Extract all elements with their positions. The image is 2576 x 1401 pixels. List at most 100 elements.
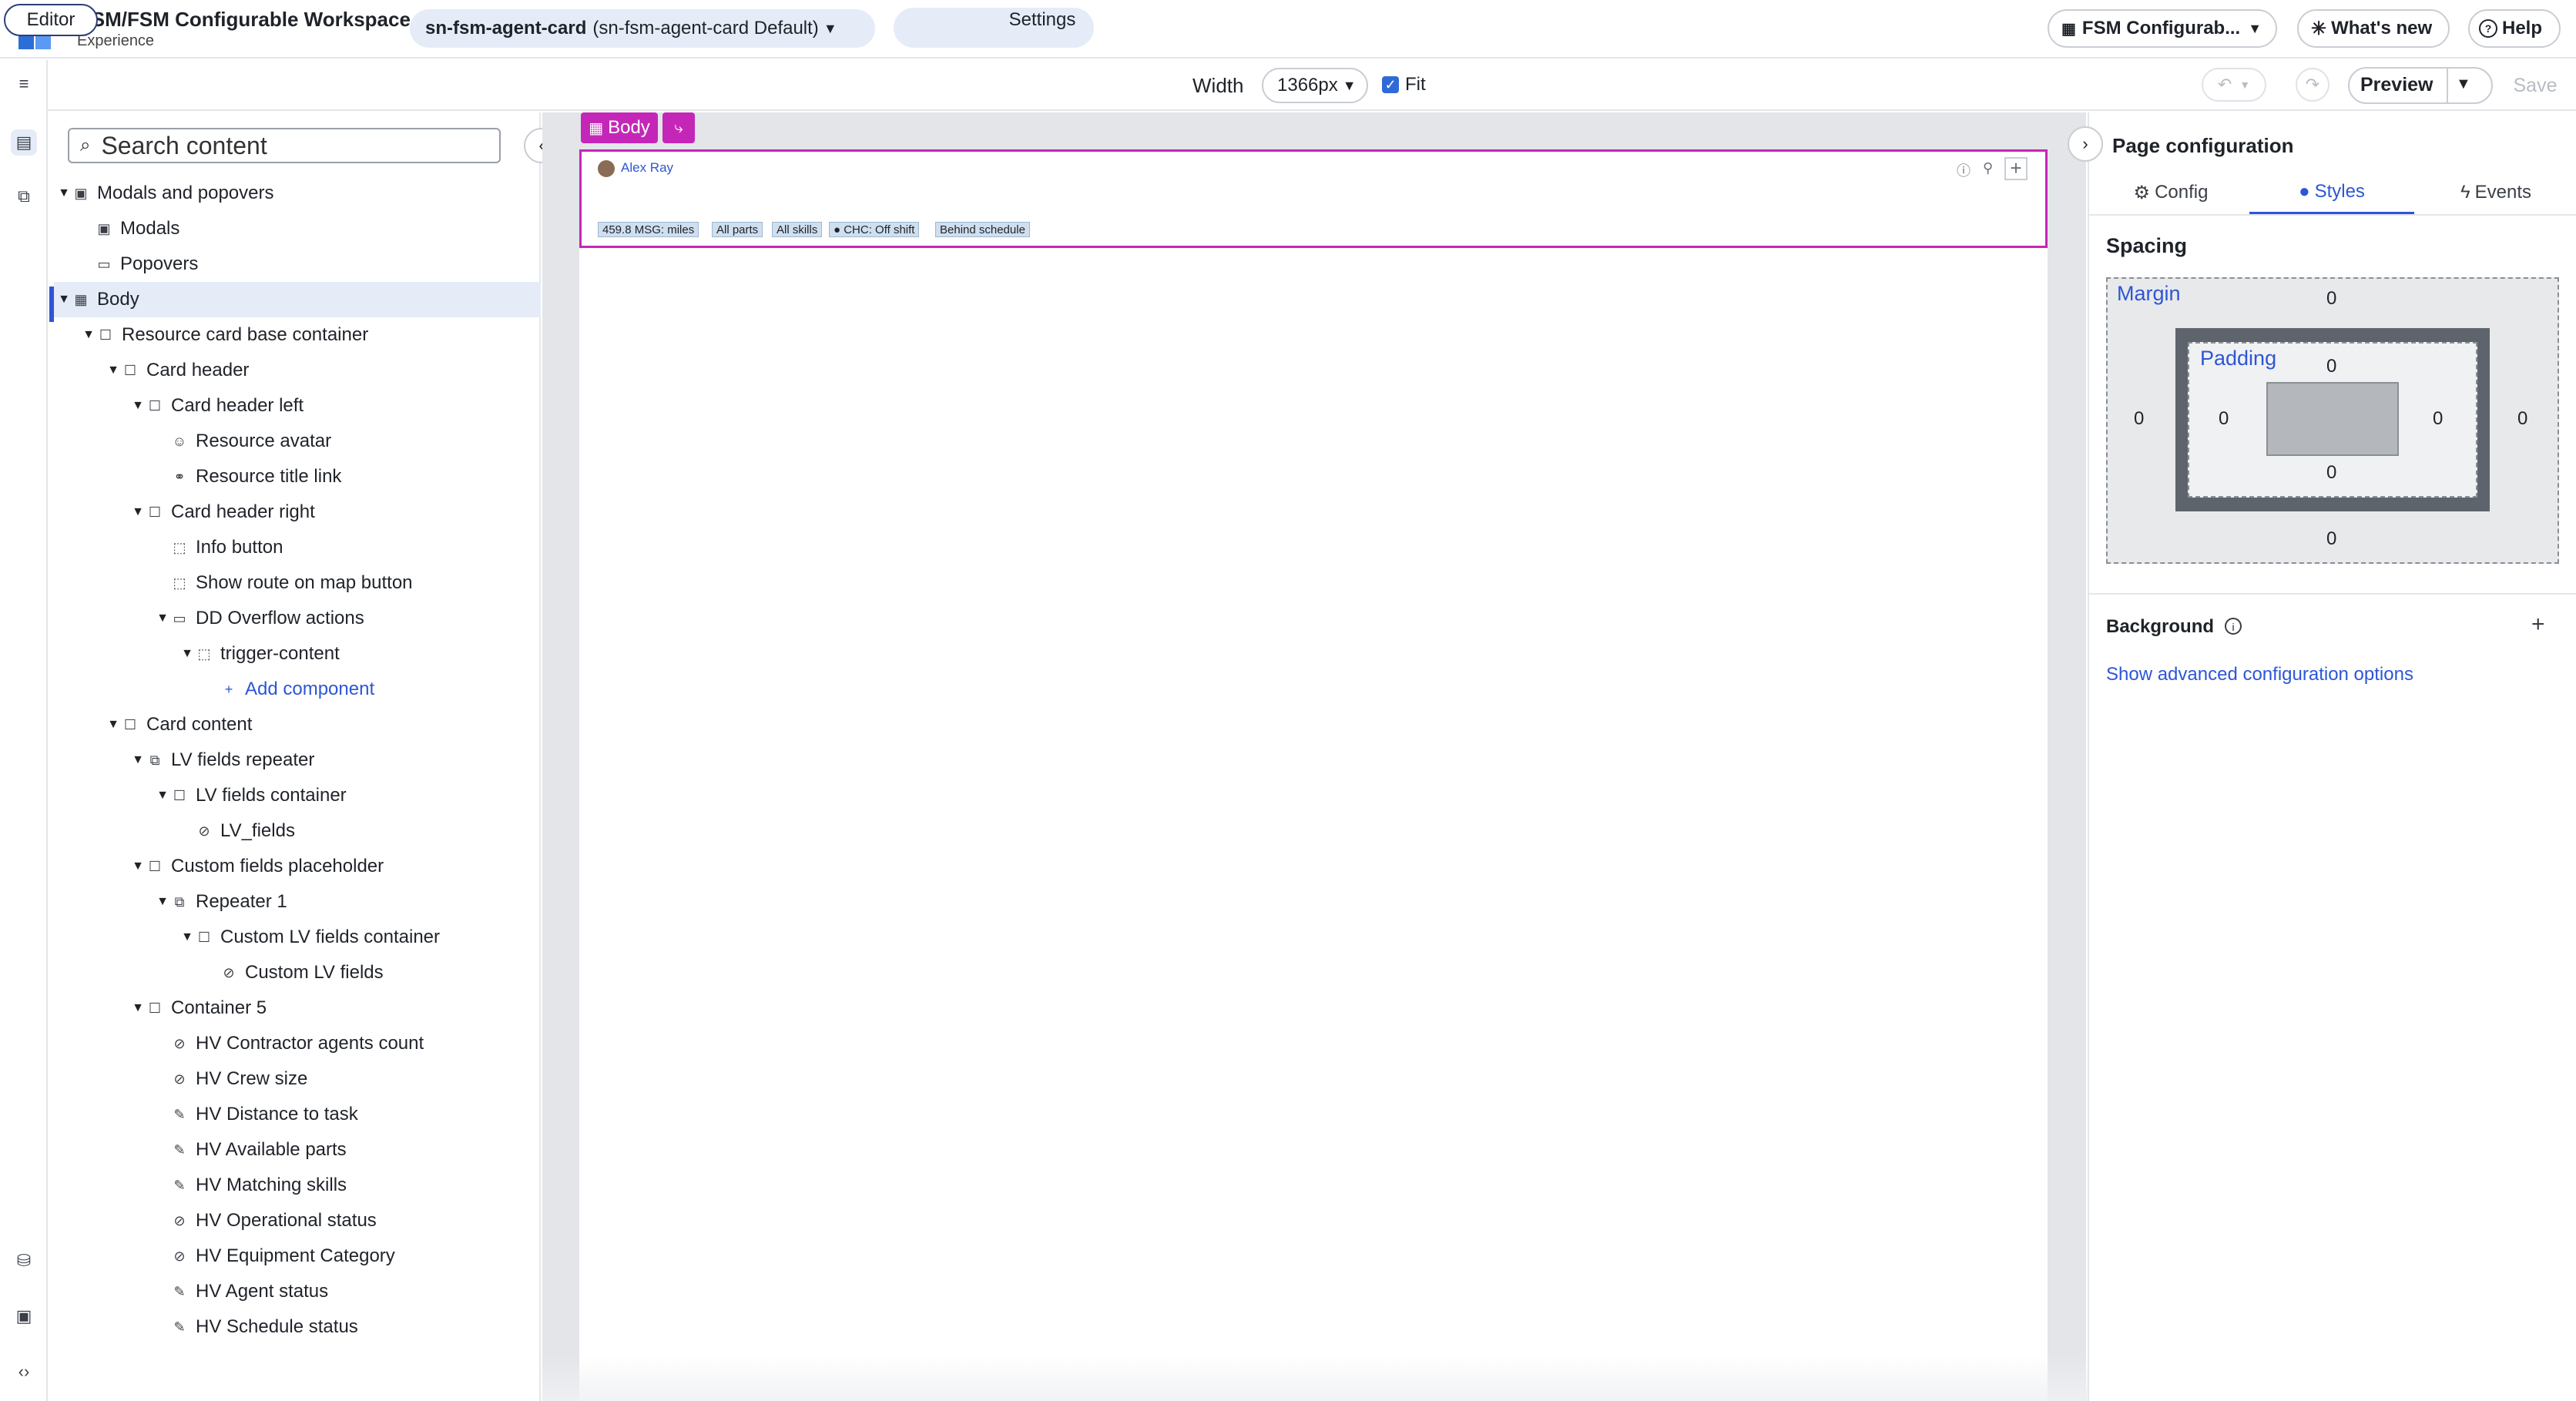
- tree-item-hv-agent-status[interactable]: ✎ HV Agent status: [54, 1274, 541, 1309]
- tree-item-card-header-left[interactable]: ▼ ☐ Card header left: [54, 388, 541, 424]
- caret-down-icon[interactable]: ▼: [129, 399, 146, 413]
- tree-item-hv-equipment-category[interactable]: ⊘ HV Equipment Category: [54, 1238, 541, 1274]
- tree-item-custom-lv-fields-container[interactable]: ▼ ☐ Custom LV fields container: [54, 920, 541, 955]
- resource-title-link[interactable]: Alex Ray: [621, 160, 673, 176]
- margin-label: Margin: [2117, 282, 2181, 305]
- hierarchy-icon: ⤷: [674, 119, 683, 136]
- margin-right-value[interactable]: 0: [2517, 408, 2527, 430]
- caret-down-icon[interactable]: ▼: [129, 860, 146, 873]
- tree-item-repeater-1[interactable]: ▼ ⧉ Repeater 1: [54, 884, 541, 920]
- tree-item-lv-fields-container[interactable]: ▼ ☐ LV fields container: [54, 778, 541, 813]
- tree-item-hv-matching-skills[interactable]: ✎ HV Matching skills: [54, 1168, 541, 1203]
- padding-right-value[interactable]: 0: [2433, 408, 2443, 430]
- caret-down-icon[interactable]: ▼: [55, 293, 72, 307]
- tree-item-label: Resource card base container: [122, 324, 369, 345]
- map-pin-icon[interactable]: ⚲: [1983, 160, 1993, 176]
- tree-item-resource-card-base-container[interactable]: ▼ ☐ Resource card base container: [54, 317, 541, 353]
- tree-item-hv-available-parts[interactable]: ✎ HV Available parts: [54, 1132, 541, 1168]
- info-icon[interactable]: ⓘ: [1957, 160, 1971, 180]
- tree-item-card-header[interactable]: ▼ ☐ Card header: [54, 353, 541, 388]
- button-icon: ⬚: [173, 575, 186, 591]
- tree-item-popovers[interactable]: ▭ Popovers: [54, 246, 541, 282]
- menu-icon[interactable]: ≡: [11, 71, 37, 97]
- tree-item-modals-and-popovers[interactable]: ▼ ▣ Modals and popovers: [54, 176, 541, 211]
- caret-down-icon[interactable]: ▼: [179, 930, 196, 944]
- tree-item-dd-overflow-actions[interactable]: ▼ ▭ DD Overflow actions: [54, 601, 541, 636]
- tree-item-custom-lv-fields[interactable]: ⊘ Custom LV fields: [54, 955, 541, 990]
- caret-down-icon[interactable]: ▼: [154, 895, 171, 909]
- preview-button[interactable]: Preview: [2360, 74, 2433, 96]
- hidden-icon: ⊘: [198, 823, 210, 839]
- caret-down-icon[interactable]: ▼: [154, 612, 171, 625]
- modal-icon: ▣: [74, 185, 88, 201]
- margin-bottom-value[interactable]: 0: [2326, 528, 2336, 550]
- add-component-icon[interactable]: +: [2004, 157, 2028, 180]
- margin-top-value[interactable]: 0: [2326, 288, 2336, 310]
- client-state-icon[interactable]: ▣: [11, 1303, 37, 1329]
- tree-item-hv-contractor-agents-count[interactable]: ⊘ HV Contractor agents count: [54, 1026, 541, 1061]
- settings-mode-button[interactable]: Settings: [995, 4, 1089, 36]
- tree-item-hv-distance-to-task[interactable]: ✎ HV Distance to task: [54, 1097, 541, 1132]
- tree-item-show-route-button[interactable]: ⬚ Show route on map button: [54, 565, 541, 601]
- help-button[interactable]: ? Help: [2468, 9, 2561, 48]
- tree-item-trigger-content[interactable]: ▼ ⬚ trigger-content: [54, 636, 541, 672]
- tree-item-info-button[interactable]: ⬚ Info button: [54, 530, 541, 565]
- add-component-button[interactable]: + Add component: [54, 672, 541, 707]
- editor-mode-button[interactable]: Editor: [4, 4, 98, 36]
- width-select[interactable]: 1366px ▼: [1262, 68, 1368, 103]
- tab-config[interactable]: ⚙ Config: [2111, 171, 2231, 214]
- caret-down-icon[interactable]: ▼: [129, 505, 146, 519]
- caret-down-icon[interactable]: ▼: [80, 328, 97, 342]
- tab-events[interactable]: ϟ Events: [2434, 171, 2558, 214]
- padding-bottom-value[interactable]: 0: [2326, 462, 2336, 484]
- tree-item-card-content[interactable]: ▼ ☐ Card content: [54, 707, 541, 742]
- fit-checkbox[interactable]: ✓: [1382, 76, 1399, 93]
- highlight-icon: ✎: [173, 1141, 186, 1158]
- tree-item-label: DD Overflow actions: [196, 608, 364, 628]
- tree-item-modals[interactable]: ▣ Modals: [54, 211, 541, 246]
- caret-down-icon[interactable]: ▼: [129, 1001, 146, 1015]
- margin-left-value[interactable]: 0: [2134, 408, 2144, 430]
- save-button[interactable]: Save: [2507, 67, 2564, 104]
- padding-left-value[interactable]: 0: [2219, 408, 2229, 430]
- tree-item-body[interactable]: ▼ ▦ Body: [54, 282, 541, 317]
- caret-down-icon[interactable]: ▼: [55, 186, 72, 200]
- padding-top-value[interactable]: 0: [2326, 356, 2336, 377]
- avatar[interactable]: [598, 160, 615, 177]
- tree-item-custom-fields-placeholder[interactable]: ▼ ☐ Custom fields placeholder: [54, 849, 541, 884]
- caret-down-icon[interactable]: ▼: [154, 789, 171, 803]
- tree-item-container-5[interactable]: ▼ ☐ Container 5: [54, 990, 541, 1026]
- tree-item-lv-fields[interactable]: ⊘ LV_fields: [54, 813, 541, 849]
- page-selector-dropdown[interactable]: sn-fsm-agent-card (sn-fsm-agent-card Def…: [410, 9, 875, 48]
- caret-down-icon[interactable]: ▼: [129, 753, 146, 767]
- button-icon: ⬚: [173, 539, 186, 555]
- data-resources-icon[interactable]: ⛁: [11, 1248, 37, 1274]
- add-background-icon[interactable]: +: [2531, 612, 2545, 638]
- tree-item-hv-schedule-status[interactable]: ✎ HV Schedule status: [54, 1309, 541, 1345]
- tree-item-card-header-right[interactable]: ▼ ☐ Card header right: [54, 494, 541, 530]
- search-content-field[interactable]: ⌕ Search content: [68, 128, 501, 163]
- select-parent-button[interactable]: ⤷: [662, 112, 695, 143]
- content-tree-icon[interactable]: ▤: [11, 129, 37, 156]
- info-icon[interactable]: i: [2225, 618, 2242, 635]
- caret-down-icon[interactable]: ▼: [179, 647, 196, 661]
- whats-new-button[interactable]: ✳ What's new: [2297, 9, 2450, 48]
- body-selection-tag[interactable]: ▦ Body: [581, 112, 658, 143]
- caret-down-icon[interactable]: ▼: [105, 364, 122, 377]
- redo-button[interactable]: ↷: [2296, 68, 2329, 102]
- preview-menu-chevron-icon[interactable]: ▼: [2456, 75, 2471, 93]
- toggle-config-panel-button[interactable]: ›: [2068, 126, 2103, 162]
- experience-dropdown[interactable]: ▦ FSM Configurab... ▼: [2048, 9, 2277, 48]
- show-advanced-options-link[interactable]: Show advanced configuration options: [2106, 664, 2413, 685]
- page-preview[interactable]: [579, 149, 2048, 1401]
- tree-item-resource-avatar[interactable]: ☺ Resource avatar: [54, 424, 541, 459]
- code-icon[interactable]: ‹›: [11, 1359, 37, 1385]
- caret-down-icon[interactable]: ▼: [105, 718, 122, 732]
- undo-button[interactable]: ↶ ▼: [2202, 68, 2266, 102]
- tree-item-hv-operational-status[interactable]: ⊘ HV Operational status: [54, 1203, 541, 1238]
- components-icon[interactable]: ⧉: [11, 183, 37, 209]
- tree-item-hv-crew-size[interactable]: ⊘ HV Crew size: [54, 1061, 541, 1097]
- tree-item-resource-title-link[interactable]: ⚭ Resource title link: [54, 459, 541, 494]
- tab-styles[interactable]: ● Styles: [2249, 171, 2414, 214]
- tree-item-lv-fields-repeater[interactable]: ▼ ⧉ LV fields repeater: [54, 742, 541, 778]
